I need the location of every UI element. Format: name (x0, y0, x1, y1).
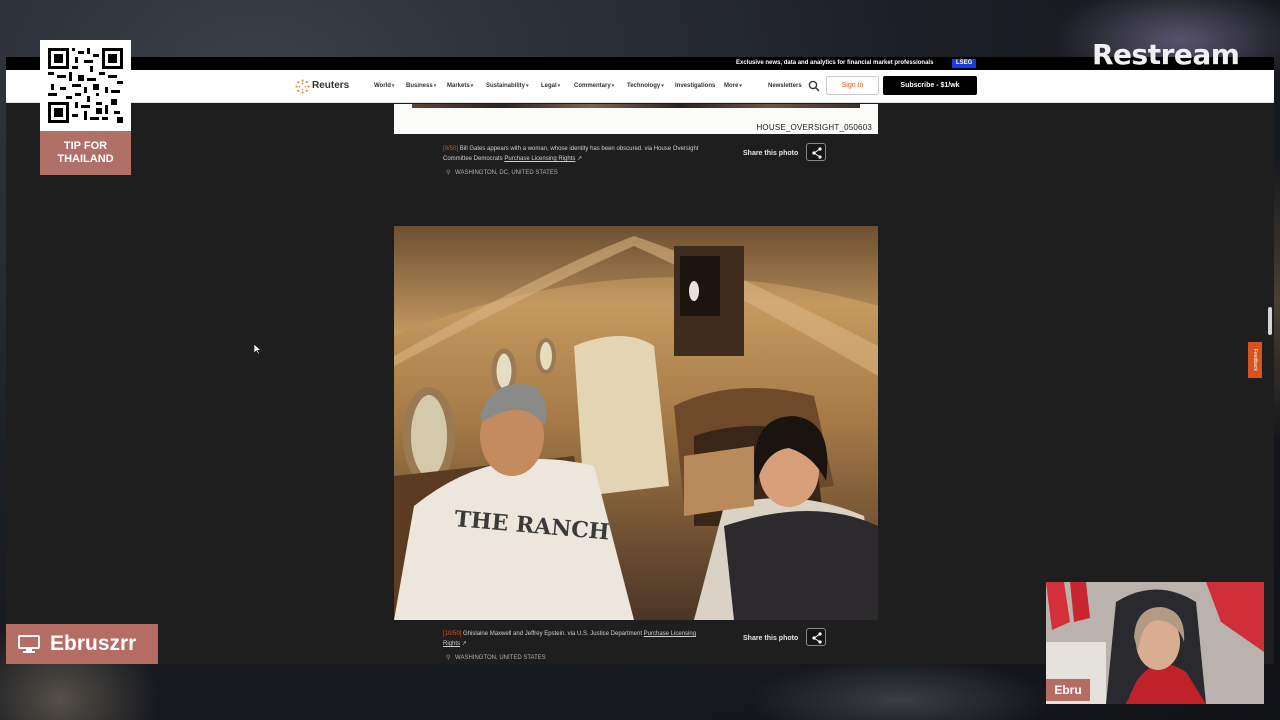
site-header: Reuters World▾ Business▾ Markets▾ Sustai… (6, 70, 1274, 103)
nav-item-more[interactable]: More▾ (724, 83, 742, 89)
location-pin-icon: ⚲ (446, 170, 451, 176)
nav-label: World (374, 83, 391, 89)
nav-item-commentary[interactable]: Commentary▾ (574, 83, 614, 89)
brand-name[interactable]: Reuters (312, 80, 349, 91)
share-button[interactable] (806, 143, 826, 161)
chevron-down-icon: ▾ (391, 83, 395, 89)
sign-in-button[interactable]: Sign In (826, 76, 879, 95)
photo-9-caption: [9/50] Bill Gates appears with a woman, … (443, 144, 733, 164)
external-link-icon: ↗ (461, 641, 467, 647)
photo-10-image[interactable]: THE RANCH (394, 226, 878, 620)
nav-label: Business (406, 83, 433, 89)
feedback-tab[interactable]: Feedback (1248, 342, 1262, 378)
nav-label: Technology (627, 83, 661, 89)
tip-label-line2: THAILAND (57, 153, 114, 165)
chevron-down-icon: ▾ (611, 83, 615, 89)
location-text: WASHINGTON, UNITED STATES (455, 655, 546, 661)
reuters-logo-icon[interactable] (295, 79, 310, 94)
chevron-down-icon: ▾ (470, 83, 474, 89)
nav-label: Investigations (675, 83, 716, 89)
photo-index: [10/50] (443, 631, 462, 637)
share-icon (812, 632, 822, 644)
nav-label: More (724, 83, 739, 89)
lseg-badge[interactable]: LSEG (952, 59, 977, 68)
promo-bar: Exclusive news, data and analytics for f… (6, 57, 1274, 70)
channel-badge: Ebruszrr (6, 624, 158, 664)
jet-cabin-photo: THE RANCH (394, 226, 878, 620)
restream-watermark: Restream (1092, 38, 1240, 71)
nav-label: Markets (447, 83, 470, 89)
nav-label: Commentary (574, 83, 611, 89)
qr-code[interactable] (40, 40, 131, 131)
location-text: WASHINGTON, DC, UNITED STATES (455, 170, 558, 176)
tip-label-line1: TIP FOR (63, 140, 108, 152)
gallery-content: HOUSE_OVERSIGHT_050603 [9/50] Bill Gates… (6, 104, 1266, 664)
purchase-licensing-link[interactable]: Purchase Licensing (644, 631, 696, 637)
purchase-licensing-link-2[interactable]: Rights (443, 641, 460, 647)
share-icon (812, 147, 822, 159)
photo-9-image[interactable]: HOUSE_OVERSIGHT_050603 (394, 104, 878, 134)
photo-index: [9/50] (443, 146, 459, 152)
chevron-down-icon: ▾ (661, 83, 664, 89)
nav-item-investigations[interactable]: Investigations (675, 83, 715, 89)
chevron-down-icon: ▾ (433, 83, 437, 89)
scrollbar-thumb[interactable] (1268, 307, 1272, 335)
photo-10-caption: [10/50] Ghislaine Maxwell and Jeffrey Ep… (443, 629, 733, 649)
photo-id-label: HOUSE_OVERSIGHT_050603 (756, 123, 872, 132)
webcam-name-tag: Ebru (1046, 679, 1090, 701)
browser-window: Exclusive news, data and analytics for f… (6, 57, 1274, 664)
nav-label: Legal (541, 83, 557, 89)
caption-text: Ghislaine Maxwell and Jeffrey Epstein. v… (463, 631, 642, 637)
nav-item-world[interactable]: World▾ (374, 83, 394, 89)
mouse-cursor-icon (253, 341, 262, 359)
share-button[interactable] (806, 628, 826, 646)
monitor-icon (18, 635, 40, 653)
external-link-icon: ↗ (577, 156, 583, 162)
photo-image-strip (412, 104, 860, 108)
nav-label: Sustainability (486, 83, 526, 89)
chevron-down-icon: ▾ (557, 83, 561, 89)
qr-code-icon (48, 48, 123, 123)
nav-item-legal[interactable]: Legal▾ (541, 83, 560, 89)
tip-label: TIP FOR THAILAND (40, 131, 131, 175)
nav-item-business[interactable]: Business▾ (406, 83, 436, 89)
nav-item-sustainability[interactable]: Sustainability▾ (486, 83, 529, 89)
tip-qr-card: TIP FOR THAILAND (40, 40, 131, 175)
channel-name: Ebruszrr (50, 632, 137, 655)
location-pin-icon: ⚲ (446, 655, 451, 661)
purchase-licensing-link[interactable]: Purchase Licensing Rights (504, 156, 575, 162)
share-photo-label: Share this photo (743, 150, 799, 157)
chevron-down-icon: ▾ (526, 83, 529, 89)
chevron-down-icon: ▾ (739, 83, 742, 89)
newsletters-link[interactable]: Newsletters (768, 83, 802, 89)
photo-9-location: ⚲ WASHINGTON, DC, UNITED STATES (446, 169, 558, 176)
share-photo-label: Share this photo (743, 635, 799, 642)
subscribe-button[interactable]: Subscribe - $1/wk (883, 76, 977, 95)
nav-item-technology[interactable]: Technology▾ (627, 83, 664, 89)
promo-text[interactable]: Exclusive news, data and analytics for f… (736, 60, 933, 66)
photo-10-location: ⚲ WASHINGTON, UNITED STATES (446, 654, 546, 661)
caption-text: Bill Gates appears with a woman, whose i… (459, 146, 699, 152)
search-icon[interactable] (808, 80, 820, 92)
nav-item-markets[interactable]: Markets▾ (447, 83, 473, 89)
caption-text-2: Committee Democrats (443, 156, 503, 162)
webcam-feed: Ebru (1046, 582, 1264, 704)
